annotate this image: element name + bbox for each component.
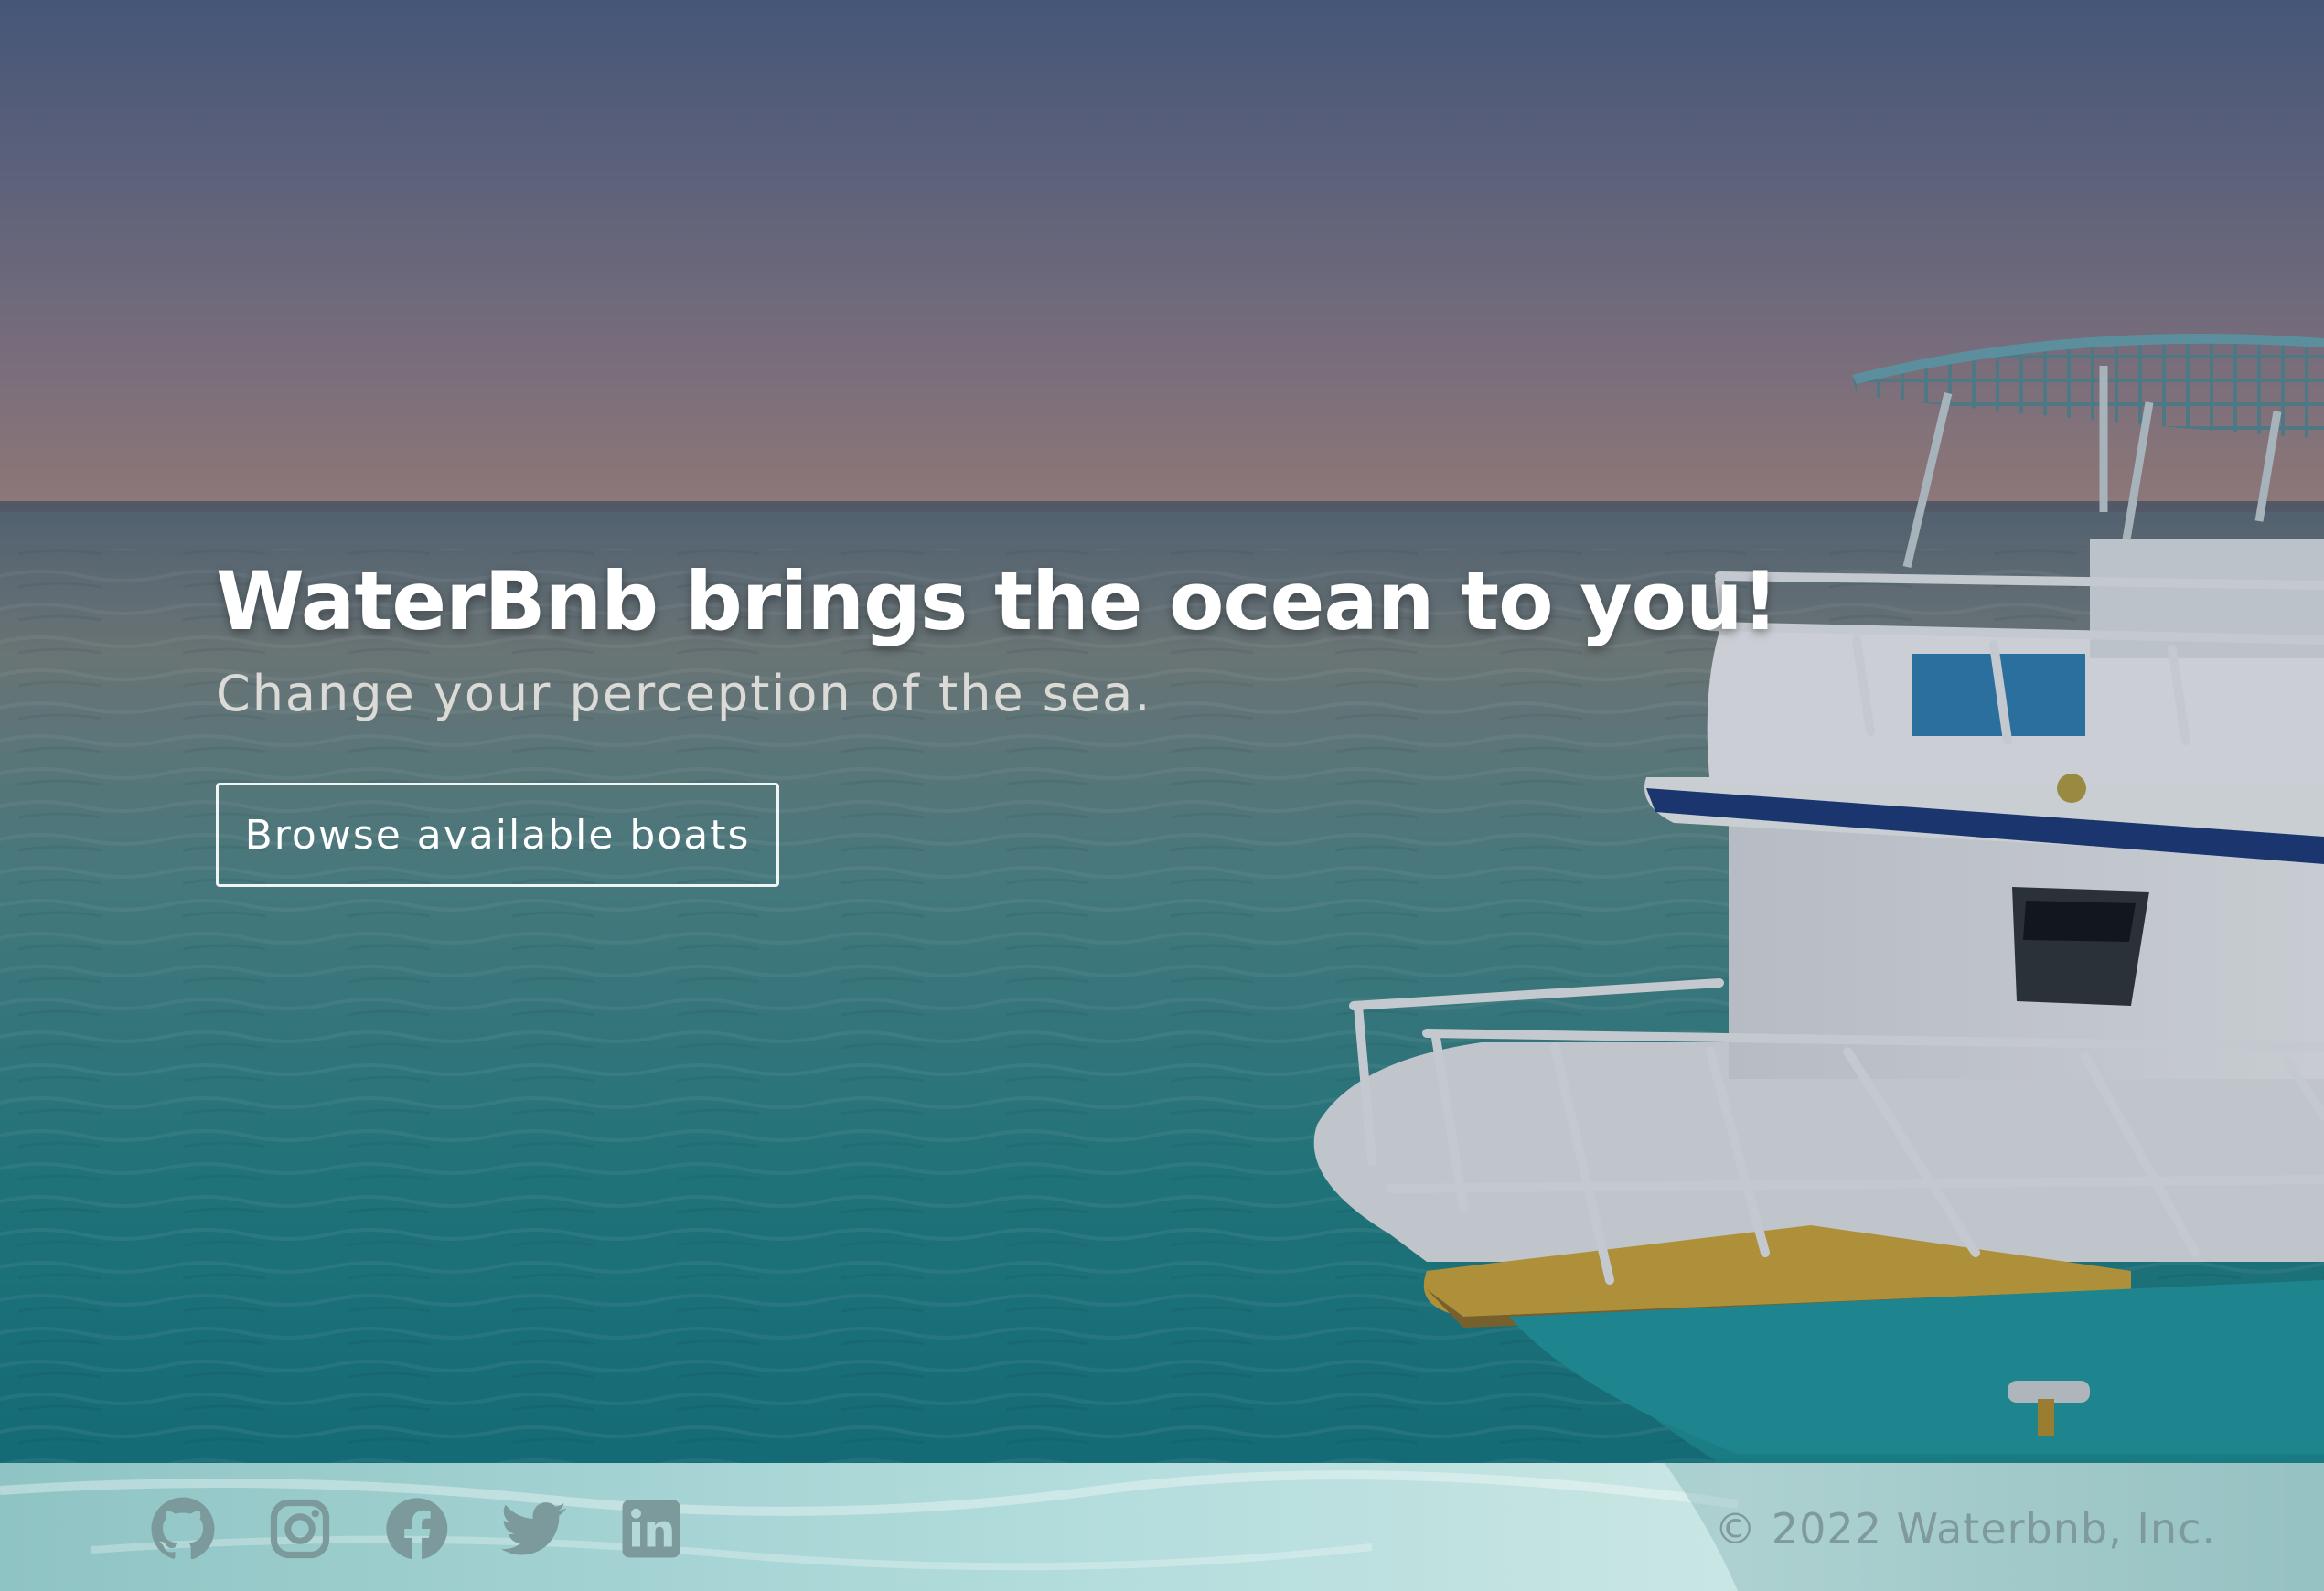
hero-background-image	[0, 0, 2324, 1463]
hero-section: WaterBnb brings the ocean to you! Change…	[0, 0, 2324, 1463]
github-link[interactable]	[150, 1496, 216, 1562]
twitter-icon	[501, 1502, 566, 1555]
linkedin-link[interactable]	[618, 1496, 684, 1562]
footer: © 2022 Waterbnb, Inc.	[0, 1463, 2324, 1591]
instagram-link[interactable]	[267, 1496, 333, 1562]
hero-title: WaterBnb brings the ocean to you!	[216, 554, 1779, 648]
browse-boats-button[interactable]: Browse available boats	[216, 783, 779, 887]
instagram-icon	[270, 1499, 330, 1559]
twitter-link[interactable]	[501, 1496, 567, 1562]
social-links	[150, 1496, 735, 1562]
copyright-text: © 2022 Waterbnb, Inc.	[1714, 1504, 2216, 1554]
hero-subtitle: Change your perception of the sea.	[216, 665, 1152, 722]
hero-content: WaterBnb brings the ocean to you! Change…	[216, 547, 1779, 887]
facebook-link[interactable]	[384, 1496, 450, 1562]
linkedin-icon	[622, 1500, 680, 1558]
facebook-icon	[386, 1498, 448, 1560]
github-icon	[151, 1497, 215, 1560]
